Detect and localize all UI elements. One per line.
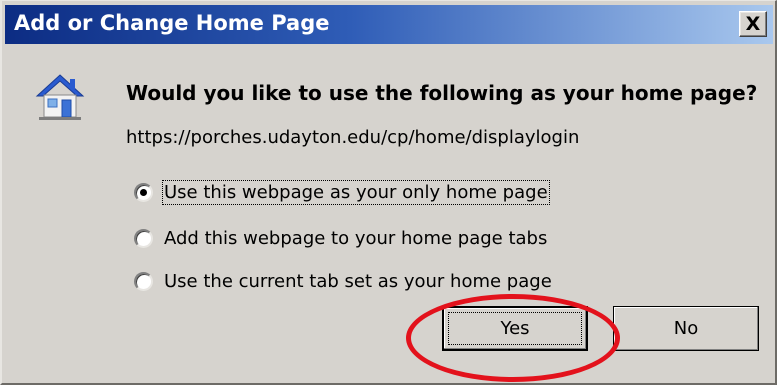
yes-button[interactable]: Yes <box>442 306 588 351</box>
no-button-label: No <box>673 318 699 339</box>
question-text: Would you like to use the following as y… <box>126 81 758 105</box>
title-bar[interactable]: Add or Change Home Page X <box>5 5 773 44</box>
option-label: Add this webpage to your home page tabs <box>164 227 548 249</box>
option-add-to-tabs[interactable]: Add this webpage to your home page tabs <box>134 226 547 250</box>
no-button[interactable]: No <box>613 306 759 351</box>
close-icon: X <box>745 12 761 35</box>
radio-add-to-tabs[interactable] <box>134 228 153 248</box>
option-only-home-page[interactable]: Use this webpage as your only home page <box>134 179 550 205</box>
option-label: Use the current tab set as your home pag… <box>164 270 552 292</box>
add-change-home-page-dialog: Add or Change Home Page X Would you like… <box>0 0 777 385</box>
close-button[interactable]: X <box>739 11 767 37</box>
dialog-title: Add or Change Home Page <box>14 11 330 35</box>
home-icon <box>35 74 85 120</box>
yes-button-label: Yes <box>500 318 530 339</box>
option-current-tab-set[interactable]: Use the current tab set as your home pag… <box>134 269 552 293</box>
option-label: Use this webpage as your only home page <box>162 179 550 205</box>
radio-only-home-page[interactable] <box>134 182 153 202</box>
url-text: https://porches.udayton.edu/cp/home/disp… <box>126 127 580 148</box>
radio-current-tab-set[interactable] <box>134 271 153 291</box>
